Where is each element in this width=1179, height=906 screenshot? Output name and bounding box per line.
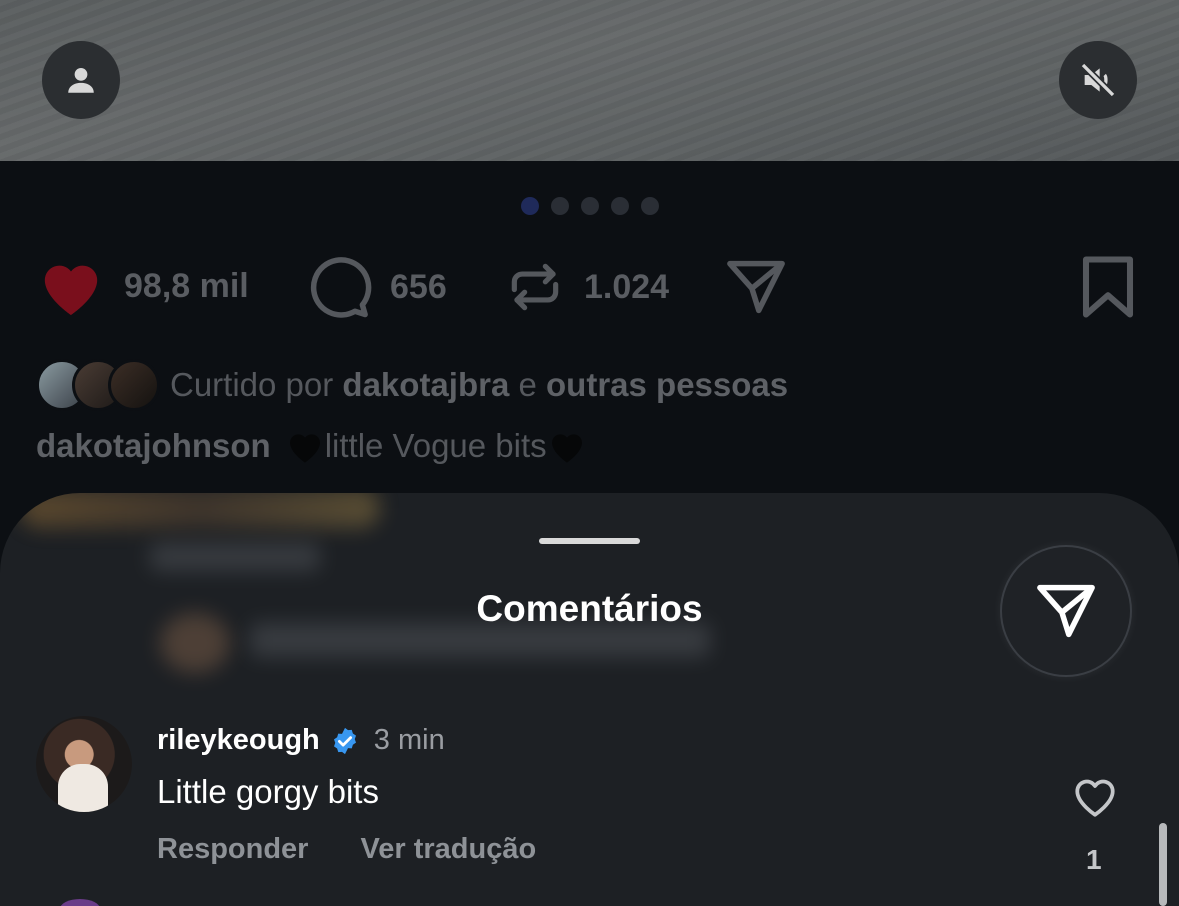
post-actions: 98,8 mil 656 1.024 bbox=[36, 254, 1135, 324]
carousel-dot bbox=[610, 197, 629, 215]
carousel-indicator bbox=[0, 197, 1179, 215]
liked-by-text: Curtido por dakotajbra e outras pessoas bbox=[170, 366, 788, 404]
comment-like-count: 1 bbox=[1086, 844, 1102, 875]
carousel-dot bbox=[640, 197, 659, 215]
post-caption: dakotajohnson little Vogue bits bbox=[36, 426, 587, 466]
black-heart-icon bbox=[551, 434, 582, 463]
translate-button[interactable]: Ver tradução bbox=[360, 833, 536, 866]
carousel-dot bbox=[580, 197, 599, 215]
avatar[interactable] bbox=[36, 716, 132, 812]
heart-filled-icon bbox=[44, 265, 98, 316]
liked-by-user[interactable]: dakotajbra bbox=[342, 366, 509, 403]
comment-count: 656 bbox=[390, 267, 447, 306]
caption-text: little Vogue bits bbox=[324, 427, 547, 464]
send-icon bbox=[1037, 584, 1095, 638]
repost-icon bbox=[511, 263, 559, 311]
verified-badge-icon bbox=[333, 727, 356, 754]
save-button[interactable] bbox=[1080, 254, 1136, 320]
share-post-button[interactable] bbox=[1000, 545, 1132, 677]
comment-time: 3 min bbox=[373, 724, 445, 756]
scrollbar[interactable] bbox=[1159, 823, 1167, 906]
like-count: 98,8 mil bbox=[124, 266, 249, 305]
mute-button[interactable] bbox=[1059, 41, 1137, 119]
blurred-background bbox=[20, 493, 380, 528]
comment-button[interactable]: 656 bbox=[306, 254, 447, 320]
comment-bubble-icon bbox=[310, 257, 372, 318]
liked-by-row[interactable]: Curtido por dakotajbra e outras pessoas bbox=[36, 359, 788, 411]
liked-avatars bbox=[36, 359, 160, 411]
comment-header: rileykeough 3 min bbox=[157, 724, 445, 757]
tagged-user-button[interactable] bbox=[42, 41, 120, 119]
caption-username[interactable]: dakotajohnson bbox=[36, 427, 271, 465]
comments-sheet: Comentários rileykeough 3 min Little gor… bbox=[0, 493, 1179, 906]
liked-by-prefix: Curtido por bbox=[170, 366, 334, 403]
liked-by-others[interactable]: outras pessoas bbox=[546, 366, 788, 403]
black-heart-icon bbox=[289, 434, 320, 463]
comment-actions: Responder Ver tradução bbox=[157, 833, 536, 866]
carousel-dot bbox=[520, 197, 539, 215]
avatar bbox=[108, 359, 160, 411]
carousel-dot bbox=[550, 197, 569, 215]
liked-by-connector: e bbox=[518, 366, 537, 403]
bookmark-icon bbox=[1082, 256, 1134, 318]
reply-button[interactable]: Responder bbox=[157, 833, 308, 866]
comment-text: Little gorgy bits bbox=[157, 773, 379, 810]
comment-username[interactable]: rileykeough bbox=[157, 724, 320, 757]
share-button[interactable] bbox=[722, 254, 790, 320]
comment-item: rileykeough 3 min Little gorgy bits Resp… bbox=[0, 716, 1179, 906]
post-image[interactable] bbox=[0, 0, 1179, 161]
repost-count: 1.024 bbox=[584, 267, 670, 306]
blurred-background bbox=[150, 543, 320, 571]
speaker-muted-icon bbox=[1080, 62, 1116, 98]
user-icon bbox=[68, 67, 94, 93]
like-button[interactable]: 98,8 mil bbox=[36, 254, 249, 318]
sheet-grabber[interactable] bbox=[539, 538, 640, 544]
repost-button[interactable]: 1.024 bbox=[504, 254, 669, 320]
send-icon bbox=[727, 260, 785, 314]
heart-outline-icon[interactable] bbox=[1070, 771, 1120, 821]
